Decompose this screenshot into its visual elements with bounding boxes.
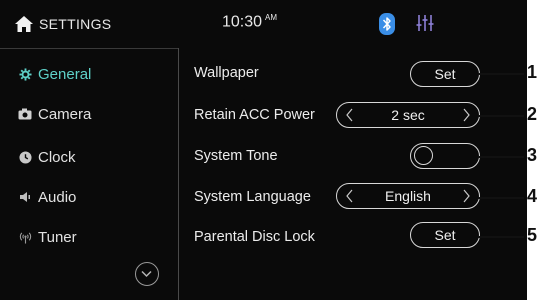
clock-display: 10:30 AM: [222, 13, 277, 31]
sidebar-item-tuner[interactable]: Tuner: [0, 218, 178, 256]
callout-line-4: [478, 197, 524, 199]
callout-number-4: 4: [527, 186, 538, 206]
retain-acc-power-selector: 2 sec: [336, 102, 480, 128]
ampm-text: AM: [265, 13, 278, 22]
callout-line-2: [478, 115, 524, 117]
chevron-down-icon: [141, 270, 152, 278]
page-title: SETTINGS: [39, 16, 112, 32]
bluetooth-icon[interactable]: [379, 13, 395, 35]
sidebar-item-clock[interactable]: Clock: [0, 138, 178, 176]
system-tone-label: System Tone: [194, 148, 278, 164]
system-language-label: System Language: [194, 189, 311, 205]
callout-number-2: 2: [527, 104, 538, 124]
time-text: 10:30: [222, 13, 263, 31]
clock-icon: [18, 150, 32, 164]
toggle-knob: [414, 146, 433, 165]
callout-number-5: 5: [527, 225, 538, 245]
sidebar-item-general[interactable]: General: [0, 55, 178, 93]
callout-number-3: 3: [527, 145, 538, 165]
sidebar-item-label: Camera: [38, 105, 92, 123]
callout-line-1: [478, 73, 524, 75]
sidebar-item-label: General: [38, 65, 92, 83]
retain-acc-power-label: Retain ACC Power: [194, 107, 315, 123]
retain-acc-power-value: 2 sec: [391, 107, 425, 123]
antenna-icon: [18, 230, 32, 244]
callout-line-5: [478, 236, 524, 238]
wallpaper-label: Wallpaper: [194, 65, 259, 81]
speaker-icon: [18, 190, 32, 204]
callout-number-1: 1: [527, 62, 538, 82]
camera-icon: [18, 107, 32, 121]
home-icon[interactable]: [14, 15, 34, 33]
parental-disc-lock-label: Parental Disc Lock: [194, 229, 315, 245]
gear-icon: [18, 67, 32, 81]
settings-screen: SETTINGS 10:30 AM General Camera Clock A…: [0, 0, 527, 300]
sidebar-item-audio[interactable]: Audio: [0, 178, 178, 216]
header-bar: SETTINGS 10:30 AM: [0, 0, 527, 48]
wallpaper-set-button[interactable]: Set: [410, 61, 480, 87]
callout-line-3: [478, 156, 524, 158]
chevron-right-icon[interactable]: [461, 107, 471, 123]
sidebar-item-label: Clock: [38, 148, 76, 166]
system-tone-toggle[interactable]: [410, 143, 480, 169]
sidebar-item-label: Tuner: [38, 228, 77, 246]
parental-disc-lock-set-button[interactable]: Set: [410, 222, 480, 248]
sidebar-border: [178, 48, 179, 300]
system-language-selector: English: [336, 183, 480, 209]
system-language-value: English: [385, 188, 431, 204]
sidebar-item-camera[interactable]: Camera: [0, 95, 178, 133]
scroll-more-button[interactable]: [135, 262, 159, 286]
chevron-right-icon[interactable]: [461, 188, 471, 204]
equalizer-icon[interactable]: [416, 14, 434, 32]
sidebar-item-label: Audio: [38, 188, 77, 206]
